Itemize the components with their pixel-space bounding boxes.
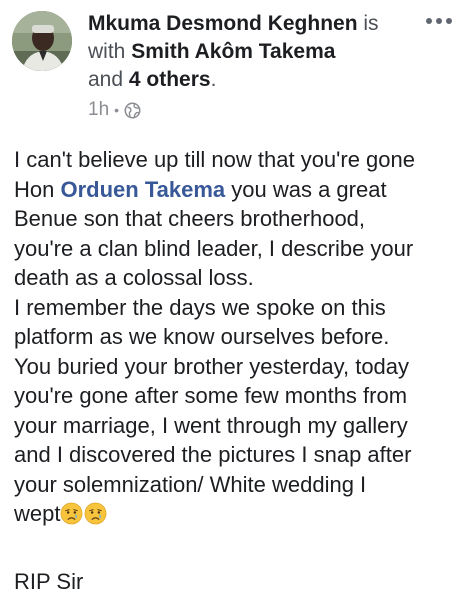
meta-separator: • <box>114 102 120 118</box>
connector-and: and <box>88 68 124 91</box>
body-line: I can't believe up till now that you're … <box>14 147 415 172</box>
body-text-fragment: Hon <box>14 176 61 202</box>
body-line: you're a clan blind leader, I describe y… <box>14 235 414 261</box>
body-line: I remember the days we spoke on this <box>14 294 386 320</box>
connector-with: with <box>88 40 126 63</box>
tagged-others-link[interactable]: 4 others <box>129 68 211 91</box>
body-line: your solemnization/ White wedding I <box>14 471 367 497</box>
post-header: Mkuma Desmond Keghnen is with Smith Akôm… <box>88 10 418 94</box>
body-line-with-mention: Hon Orduen Takema you was a great <box>14 175 462 205</box>
header-period: . <box>210 68 217 91</box>
body-line: death as a colossal loss. <box>14 265 254 290</box>
author-name[interactable]: Mkuma Desmond Keghnen <box>88 12 358 35</box>
connector-is: is <box>363 12 379 35</box>
post-timestamp[interactable]: 1h <box>88 97 109 123</box>
crying-face-emoji <box>61 502 83 525</box>
avatar-photo <box>12 11 72 71</box>
post-body: I can't believe up till now that you're … <box>14 145 462 529</box>
body-line: platform as we know ourselves before. <box>14 324 390 349</box>
more-options-button[interactable] <box>418 6 460 36</box>
mention-link[interactable]: Orduen Takema <box>60 177 225 202</box>
more-horizontal-icon-dot <box>436 18 442 24</box>
post-meta: 1h • <box>88 97 141 123</box>
body-text-fragment: wept <box>14 501 61 526</box>
body-line: Benue son that cheers brotherhood, <box>14 206 366 231</box>
body-text-fragment: you was a great <box>225 176 387 202</box>
tagged-person[interactable]: Smith Akôm Takema <box>131 40 335 63</box>
crying-face-emoji <box>85 502 107 525</box>
body-line: your marriage, I went through my gallery <box>14 412 408 438</box>
feed-post: Mkuma Desmond Keghnen is with Smith Akôm… <box>0 0 472 614</box>
globe-icon <box>124 102 141 118</box>
body-line: and I discovered the pictures I snap aft… <box>14 442 412 467</box>
more-horizontal-icon-dot <box>446 18 452 24</box>
body-line: you're gone after some few months from <box>14 383 408 408</box>
body-line-with-emoji: wept <box>14 499 462 529</box>
closing-line: RIP Sir <box>14 569 84 594</box>
author-avatar[interactable] <box>12 11 72 71</box>
more-horizontal-icon <box>426 18 432 24</box>
body-line: You buried your brother yesterday, today <box>14 353 410 379</box>
